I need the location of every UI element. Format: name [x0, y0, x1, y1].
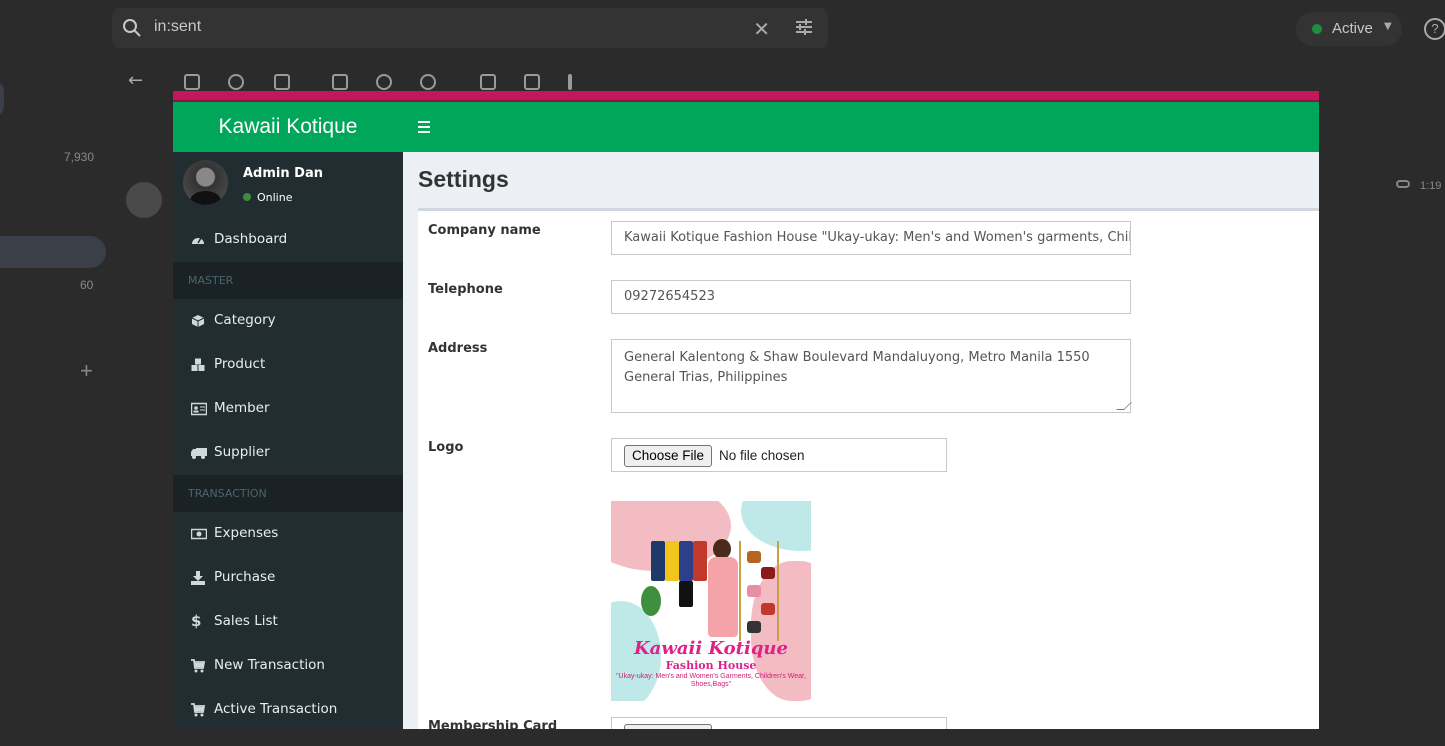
sidebar-item-label: Purchase: [214, 569, 276, 585]
search-query-text: in:sent: [154, 18, 202, 35]
telephone-input[interactable]: 09272654523: [611, 280, 1131, 314]
truck-icon: [191, 448, 207, 459]
id-card-icon: [191, 402, 207, 416]
user-name: Admin Dan: [243, 166, 323, 181]
background-time: 1:19: [1420, 180, 1442, 192]
logo-subtitle-text: Fashion House: [665, 659, 757, 672]
background-nav-highlight: [0, 80, 4, 118]
sidebar-item-dashboard[interactable]: Dashboard: [173, 218, 403, 262]
brand-logo[interactable]: Kawaii Kotique: [173, 102, 403, 152]
cart-icon: [191, 659, 205, 673]
mark-unread-icon[interactable]: [332, 74, 348, 90]
more-icon[interactable]: [568, 74, 572, 90]
status-dot-icon: [1312, 24, 1322, 34]
sidebar-item-supplier[interactable]: Supplier: [173, 431, 403, 475]
search-options-icon[interactable]: [794, 17, 814, 37]
online-dot-icon: [243, 193, 251, 201]
nav-section-header: TRANSACTION: [173, 475, 403, 512]
user-status-text: Online: [257, 191, 293, 204]
dashboard-icon: [192, 237, 204, 244]
clear-search-icon[interactable]: ✕: [753, 17, 770, 41]
choose-file-button[interactable]: Choose File: [624, 724, 713, 729]
sidebar-item-product[interactable]: Product: [173, 343, 403, 387]
user-status: Online: [243, 191, 292, 204]
company-name-input[interactable]: Kawaii Kotique Fashion House "Ukay-ukay:…: [611, 221, 1131, 255]
sidebar-item-label: Category: [214, 312, 276, 328]
app-window: Kawaii Kotique Admin Dan Online Dashboar…: [173, 91, 1319, 729]
menu-toggle-icon[interactable]: [418, 121, 430, 136]
background-nav-selected[interactable]: [0, 236, 106, 268]
move-to-icon[interactable]: [480, 74, 496, 90]
money-icon: [191, 528, 207, 540]
cart-icon: [191, 703, 205, 717]
delete-icon[interactable]: [274, 74, 290, 90]
window-top-bar: [173, 91, 1319, 102]
background-count: 7,930: [64, 150, 95, 164]
sidebar-item-label: Expenses: [214, 525, 279, 541]
settings-form: Company name Kawaii Kotique Fashion Hous…: [418, 208, 1319, 729]
nav-section-header: MASTER: [173, 262, 403, 299]
sidebar-item-label: New Transaction: [214, 657, 325, 673]
logo-tagline-text: "Ukay-ukay: Men's and Women's Garments, …: [616, 673, 806, 688]
avatar: [183, 160, 228, 205]
sidebar-item-label: Product: [214, 356, 266, 372]
sidebar: Kawaii Kotique Admin Dan Online Dashboar…: [173, 102, 403, 729]
sidebar-item-purchase[interactable]: Purchase: [173, 556, 403, 600]
logo-file-input[interactable]: Choose File No file chosen: [611, 438, 947, 472]
main-content: Settings Company name Kawaii Kotique Fas…: [403, 152, 1319, 729]
address-text: General Kalentong & Shaw Boulevard Manda…: [624, 350, 1090, 385]
membership-card-label: Membership Card: [428, 719, 558, 729]
sidebar-item-active-transaction[interactable]: Active Transaction: [173, 688, 403, 729]
file-status-text: No file chosen: [719, 448, 805, 463]
membership-file-input[interactable]: Choose File No file chosen: [611, 717, 947, 729]
background-search-bar[interactable]: in:sent ✕: [112, 8, 828, 48]
logo-label: Logo: [428, 440, 464, 455]
telephone-label: Telephone: [428, 282, 503, 297]
sidebar-item-expenses[interactable]: Expenses: [173, 512, 403, 556]
choose-file-button[interactable]: Choose File: [624, 445, 713, 467]
archive-icon[interactable]: [184, 74, 200, 90]
help-icon[interactable]: ?: [1424, 18, 1445, 40]
address-textarea[interactable]: General Kalentong & Shaw Boulevard Manda…: [611, 339, 1132, 413]
sidebar-item-label: Active Transaction: [214, 701, 338, 717]
status-label: Active: [1332, 20, 1373, 37]
sidebar-item-label: Supplier: [214, 444, 270, 460]
user-panel: Admin Dan Online: [173, 152, 403, 218]
dollar-icon: $: [191, 612, 202, 630]
chevron-down-icon: ▼: [1384, 21, 1392, 32]
sidebar-item-label: Dashboard: [214, 231, 288, 247]
add-label-icon[interactable]: +: [80, 358, 93, 384]
snooze-icon[interactable]: [376, 74, 392, 90]
resize-handle-icon[interactable]: [1116, 402, 1132, 410]
sidebar-item-new-transaction[interactable]: New Transaction: [173, 644, 403, 688]
logo-title-text: Kawaii Kotique: [634, 638, 788, 659]
top-navbar: [403, 102, 1319, 152]
back-arrow-icon[interactable]: ←: [128, 70, 144, 91]
cube-icon: [191, 315, 205, 327]
label-icon[interactable]: [524, 74, 540, 90]
report-icon[interactable]: [228, 74, 244, 90]
company-name-label: Company name: [428, 223, 541, 238]
file-status-text: No file chosen: [719, 727, 805, 729]
logo-preview-image: Kawaii Kotique Fashion House "Ukay-ukay:…: [611, 501, 811, 701]
cubes-icon: [191, 358, 205, 371]
address-label: Address: [428, 341, 488, 356]
page-title: Settings: [418, 166, 509, 192]
search-icon: [123, 19, 141, 37]
sidebar-item-label: Sales List: [214, 613, 278, 629]
sidebar-item-label: Member: [214, 400, 270, 416]
sidebar-item-member[interactable]: Member: [173, 387, 403, 431]
sidebar-item-sales-list[interactable]: $ Sales List: [173, 600, 403, 644]
background-avatar: [126, 182, 162, 218]
attachment-icon: [1396, 180, 1410, 188]
status-selector[interactable]: Active ▼: [1296, 12, 1402, 46]
sidebar-item-category[interactable]: Category: [173, 299, 403, 343]
background-count: 60: [80, 278, 94, 292]
download-icon: [191, 571, 205, 585]
add-task-icon[interactable]: [420, 74, 436, 90]
